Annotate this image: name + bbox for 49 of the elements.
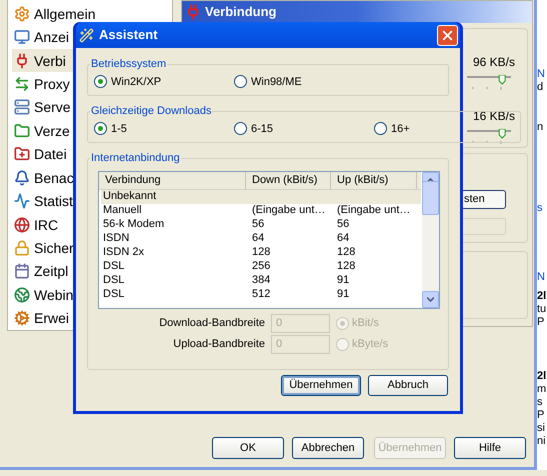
panel-title: Verbindung <box>205 3 276 22</box>
text-fragment: d <box>537 81 544 94</box>
field-label: Upload-Bandbreite <box>172 336 266 352</box>
option-label: Win2K/XP <box>111 74 162 90</box>
speed-reading: 96 KB/s <box>472 54 515 71</box>
text-fragment: si <box>537 422 546 435</box>
table-cell: 56-k Modem <box>103 218 164 230</box>
group-label: Betriebssystem <box>90 57 168 72</box>
table-cell: ISDN <box>103 232 130 244</box>
option-label: 6-15 <box>251 122 274 136</box>
table-cell: DSL <box>103 274 124 286</box>
table-cell: 512 <box>252 288 270 300</box>
option-label: Win98/ME <box>251 74 302 90</box>
text-fragment: 2l <box>537 290 547 303</box>
dialog-title: Assistent <box>99 26 159 44</box>
table-cell: DSL <box>103 260 124 272</box>
table-cell: 256 <box>252 260 270 272</box>
table-cell: 91 <box>337 288 350 300</box>
table-cell: 56 <box>252 218 264 230</box>
table-cell: Unbekannt <box>103 190 156 202</box>
table-cell: 128 <box>252 246 270 258</box>
table-cell: 128 <box>337 246 356 258</box>
speed-reading: 16 KB/s <box>472 108 515 125</box>
table-cell: 64 <box>252 232 264 244</box>
table-cell: DSL <box>103 288 124 300</box>
option-label: kBit/s <box>352 316 379 331</box>
table-cell: 64 <box>337 232 350 244</box>
option-label: 16+ <box>391 122 410 136</box>
option-label: 1-5 <box>111 122 127 136</box>
text-fragment: s <box>537 396 544 409</box>
text-fragment: tu <box>537 303 547 316</box>
table-cell: Manuell <box>103 204 142 216</box>
group-label: Gleichzeitige Downloads <box>90 104 212 119</box>
table-cell: ISDN 2x <box>103 246 144 258</box>
text-fragment: m <box>537 383 547 396</box>
table-cell: 56 <box>337 218 350 230</box>
text-fragment: 2l <box>537 370 547 383</box>
table-cell: 128 <box>337 260 356 272</box>
option-label: kByte/s <box>352 336 388 352</box>
text-fragment: P <box>537 316 546 329</box>
group-label: Internetanbindung <box>90 151 181 166</box>
table-cell: (Eingabe unt… <box>337 204 410 216</box>
text-fragment: n <box>537 121 544 134</box>
text-fragment: P <box>537 409 546 422</box>
table-cell: (Eingabe unt… <box>252 204 326 216</box>
table-cell: 91 <box>337 274 350 286</box>
field-label: Download-Bandbreite <box>158 316 266 331</box>
table-cell: 384 <box>252 274 270 286</box>
text-fragment: ni <box>537 435 547 448</box>
